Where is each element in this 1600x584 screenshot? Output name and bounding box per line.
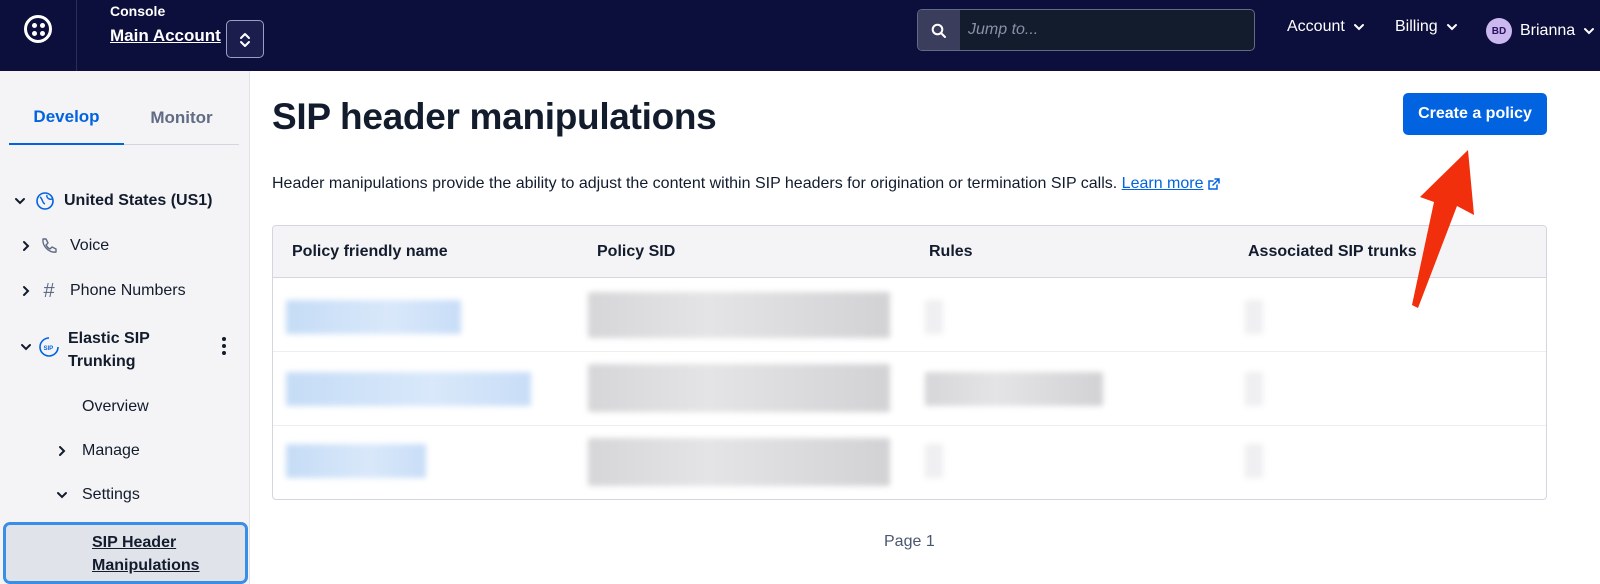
sidebar-item-label: Overview xyxy=(82,398,149,415)
sidebar-item-phone-numbers[interactable]: # Phone Numbers xyxy=(18,280,186,302)
learn-more-label: Learn more xyxy=(1121,175,1204,192)
sip-badge-text: SIP xyxy=(44,346,54,352)
column-header-associated-trunks: Associated SIP trunks xyxy=(1248,243,1417,260)
chevron-down-icon xyxy=(15,198,25,205)
table-row[interactable] xyxy=(273,278,1546,352)
topbar-divider xyxy=(76,0,77,71)
sidebar-item-label: Elastic SIP Trunking xyxy=(68,327,150,373)
redacted-policy-sid xyxy=(588,364,890,412)
policies-table: Policy friendly name Policy SID Rules As… xyxy=(272,225,1547,500)
page-description: Header manipulations provide the ability… xyxy=(272,175,1221,193)
redacted-policy-sid xyxy=(588,292,890,338)
table-row[interactable] xyxy=(273,352,1546,426)
sidebar-item-manage[interactable]: Manage xyxy=(54,442,140,460)
pagination-label: Page 1 xyxy=(884,533,935,550)
user-name: Brianna xyxy=(1520,22,1576,39)
account-menu[interactable]: Account xyxy=(1287,18,1365,36)
more-options-icon[interactable] xyxy=(217,335,231,357)
redacted-friendly-name[interactable] xyxy=(286,372,531,406)
redacted-trunks xyxy=(1245,372,1263,406)
sidebar-item-region[interactable]: United States (US1) xyxy=(12,190,212,212)
redacted-friendly-name[interactable] xyxy=(286,444,426,478)
billing-menu-label: Billing xyxy=(1395,18,1438,35)
account-switcher-button[interactable] xyxy=(226,20,264,58)
learn-more-link[interactable]: Learn more xyxy=(1122,175,1221,192)
sidebar-item-label: SIP Header Manipulations xyxy=(92,534,200,574)
avatar: BD xyxy=(1486,18,1512,44)
redacted-trunks xyxy=(1245,300,1263,334)
sidebar-item-label-line1: Elastic SIP xyxy=(68,330,150,347)
redacted-friendly-name[interactable] xyxy=(286,300,461,334)
chevron-up-down-icon xyxy=(240,33,250,47)
globe-icon xyxy=(34,190,56,212)
annotation-arrow-icon xyxy=(1412,150,1474,308)
twilio-logo-icon[interactable] xyxy=(24,15,52,43)
column-header-policy-sid: Policy SID xyxy=(597,243,676,260)
redacted-trunks xyxy=(1245,444,1263,478)
top-nav-bar: Console Main Account Account Billing BD … xyxy=(0,0,1600,71)
chevron-down-icon xyxy=(57,492,67,499)
search-button[interactable] xyxy=(918,10,960,50)
hash-icon: # xyxy=(43,279,55,302)
account-name-link[interactable]: Main Account xyxy=(110,26,221,46)
chevron-right-icon xyxy=(23,286,30,296)
chevron-down-icon xyxy=(1584,28,1595,35)
sidebar-item-voice[interactable]: Voice xyxy=(18,235,109,257)
tab-develop[interactable]: Develop xyxy=(9,91,124,145)
column-header-rules: Rules xyxy=(929,243,973,260)
description-text: Header manipulations provide the ability… xyxy=(272,175,1118,192)
phone-icon xyxy=(38,235,60,257)
chevron-right-icon xyxy=(59,446,66,456)
sidebar-item-label: United States (US1) xyxy=(64,192,213,209)
search-icon xyxy=(931,23,946,38)
sidebar-tabs: Develop Monitor xyxy=(9,91,239,145)
sidebar-item-label: Settings xyxy=(82,486,140,503)
sidebar-item-sip-header-manipulations[interactable]: SIP Header Manipulations xyxy=(3,522,248,584)
redacted-policy-sid xyxy=(588,438,890,486)
table-header: Policy friendly name Policy SID Rules As… xyxy=(273,226,1546,278)
create-policy-button[interactable]: Create a policy xyxy=(1403,93,1547,135)
account-menu-label: Account xyxy=(1287,18,1345,35)
sidebar-item-label: Manage xyxy=(82,442,140,459)
sidebar-item-label: Voice xyxy=(70,237,110,254)
sidebar-item-overview[interactable]: Overview xyxy=(82,398,149,416)
sidebar-item-elastic-sip-trunking[interactable]: SIP Elastic SIP Trunking xyxy=(18,327,150,373)
external-link-icon xyxy=(1207,178,1220,190)
jump-to-input[interactable] xyxy=(968,10,1248,50)
chevron-down-icon xyxy=(1446,24,1457,31)
column-header-friendly-name: Policy friendly name xyxy=(292,243,448,260)
page-title: SIP header manipulations xyxy=(272,96,717,137)
redacted-rules xyxy=(925,300,943,334)
tab-monitor[interactable]: Monitor xyxy=(124,91,239,145)
billing-menu[interactable]: Billing xyxy=(1395,18,1458,36)
chevron-down-icon xyxy=(1353,24,1364,31)
redacted-rules xyxy=(925,444,943,478)
table-row[interactable] xyxy=(273,426,1546,499)
sip-trunk-icon: SIP xyxy=(38,336,60,358)
user-menu[interactable]: BD Brianna xyxy=(1486,18,1595,44)
sidebar-item-label-line2: Trunking xyxy=(68,353,136,370)
redacted-rules xyxy=(925,372,1103,406)
jump-to-search xyxy=(917,9,1255,51)
sidebar-item-label: Phone Numbers xyxy=(70,282,186,299)
sidebar-item-settings[interactable]: Settings xyxy=(54,486,140,504)
console-label: Console xyxy=(110,3,166,19)
chevron-right-icon xyxy=(23,241,30,251)
chevron-down-icon xyxy=(21,344,31,351)
